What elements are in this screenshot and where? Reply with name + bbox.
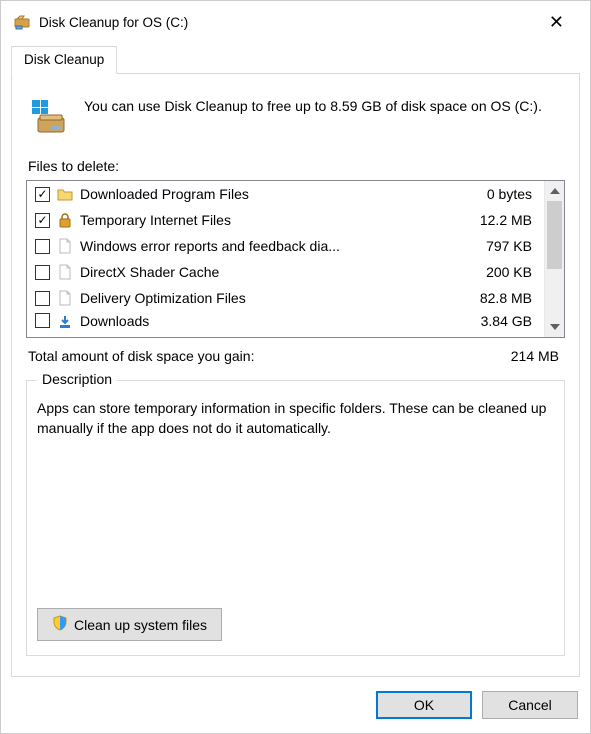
close-button[interactable]: ✕ — [537, 9, 576, 35]
checkbox[interactable]: ✓ — [35, 187, 50, 202]
description-group: Description Apps can store temporary inf… — [26, 380, 565, 656]
scroll-down-icon[interactable] — [545, 317, 564, 337]
file-list: ✓ Downloaded Program Files 0 bytes ✓ Tem… — [26, 180, 565, 338]
download-icon — [56, 313, 74, 331]
file-row[interactable]: Windows error reports and feedback dia..… — [27, 233, 544, 259]
file-name: Downloads — [80, 313, 462, 329]
scrollbar[interactable] — [544, 181, 564, 337]
checkbox[interactable] — [35, 291, 50, 306]
checkbox[interactable] — [35, 265, 50, 280]
titlebar: Disk Cleanup for OS (C:) ✕ — [1, 1, 590, 45]
file-name: Temporary Internet Files — [80, 212, 462, 228]
checkbox[interactable] — [35, 313, 50, 328]
file-icon — [56, 263, 74, 281]
file-row[interactable]: Downloads 3.84 GB — [27, 311, 544, 333]
description-legend: Description — [37, 371, 117, 387]
file-icon — [56, 289, 74, 307]
app-icon — [13, 13, 31, 31]
intro-text: You can use Disk Cleanup to free up to 8… — [84, 96, 542, 136]
file-size: 82.8 MB — [468, 290, 538, 306]
file-size: 797 KB — [468, 238, 538, 254]
scroll-track[interactable] — [545, 201, 564, 317]
checkbox[interactable] — [35, 239, 50, 254]
intro-row: You can use Disk Cleanup to free up to 8… — [26, 90, 565, 156]
folder-icon — [56, 185, 74, 203]
file-size: 0 bytes — [468, 186, 538, 202]
description-text: Apps can store temporary information in … — [37, 399, 554, 594]
scroll-thumb[interactable] — [547, 201, 562, 269]
cleanup-system-files-button[interactable]: Clean up system files — [37, 608, 222, 641]
file-icon — [56, 237, 74, 255]
file-name: Delivery Optimization Files — [80, 290, 462, 306]
total-label: Total amount of disk space you gain: — [28, 348, 254, 364]
cancel-button[interactable]: Cancel — [482, 691, 578, 719]
shield-icon — [52, 615, 68, 634]
file-size: 200 KB — [468, 264, 538, 280]
file-row[interactable]: ✓ Temporary Internet Files 12.2 MB — [27, 207, 544, 233]
tab-strip: Disk Cleanup — [11, 46, 580, 74]
files-to-delete-label: Files to delete: — [26, 156, 565, 180]
total-value: 214 MB — [511, 348, 559, 364]
file-size: 3.84 GB — [468, 313, 538, 329]
disk-cleanup-window: Disk Cleanup for OS (C:) ✕ Disk Cleanup … — [0, 0, 591, 734]
scroll-up-icon[interactable] — [545, 181, 564, 201]
file-name: Downloaded Program Files — [80, 186, 462, 202]
file-name: Windows error reports and feedback dia..… — [80, 238, 462, 254]
file-name: DirectX Shader Cache — [80, 264, 462, 280]
dialog-buttons: OK Cancel — [1, 691, 590, 733]
file-row[interactable]: DirectX Shader Cache 200 KB — [27, 259, 544, 285]
checkbox[interactable]: ✓ — [35, 213, 50, 228]
lock-icon — [56, 211, 74, 229]
cleanup-button-label: Clean up system files — [74, 617, 207, 633]
file-row[interactable]: Delivery Optimization Files 82.8 MB — [27, 285, 544, 311]
file-row[interactable]: ✓ Downloaded Program Files 0 bytes — [27, 181, 544, 207]
window-title: Disk Cleanup for OS (C:) — [39, 15, 188, 30]
file-size: 12.2 MB — [468, 212, 538, 228]
ok-button[interactable]: OK — [376, 691, 472, 719]
tab-disk-cleanup[interactable]: Disk Cleanup — [11, 46, 117, 74]
disk-cleanup-icon — [30, 96, 70, 136]
tab-panel: You can use Disk Cleanup to free up to 8… — [11, 73, 580, 677]
